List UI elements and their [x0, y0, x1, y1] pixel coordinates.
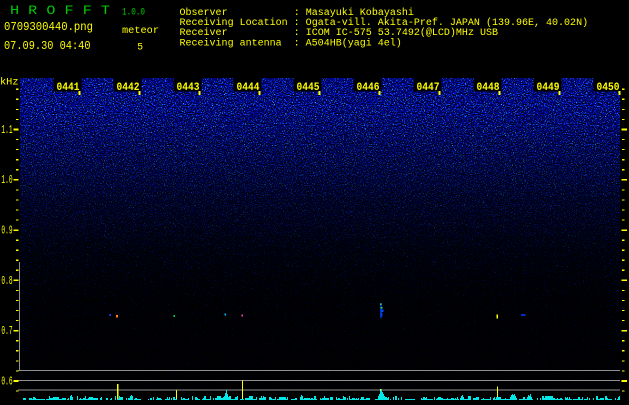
svg-text:kHz: kHz	[0, 76, 19, 88]
svg-text:0445: 0445	[297, 82, 320, 94]
svg-text:0441: 0441	[57, 82, 80, 94]
svg-text:Observer : Masayuki: Observer : Masayuki Kobayashi	[180, 7, 414, 19]
svg-text:0444: 0444	[237, 82, 260, 94]
svg-text:07.09.30 04:40: 07.09.30 04:40	[4, 40, 91, 53]
svg-text:0449: 0449	[537, 82, 560, 94]
svg-text:H R O F F T: H R O F F T	[10, 3, 110, 18]
svg-text:1.0: 1.0	[1, 174, 12, 187]
svg-text:1.1: 1.1	[1, 124, 12, 137]
svg-text:meteor: meteor	[122, 25, 159, 37]
svg-text:0446: 0446	[357, 82, 380, 94]
svg-text:Receiver : ICOM IC-5: Receiver : ICOM IC-575 53.7492(@LCD)MHz …	[180, 27, 499, 39]
svg-text:Receiving antenna : A504HB(ya: Receiving antenna : A504HB(yagi 4el)	[180, 37, 402, 49]
svg-text:0.7: 0.7	[1, 325, 12, 338]
svg-text:0.6: 0.6	[1, 375, 12, 388]
svg-text:0443: 0443	[177, 82, 200, 94]
svg-text:0.9: 0.9	[1, 225, 12, 238]
svg-text:0447: 0447	[417, 82, 440, 94]
svg-text:Receiving Location : Ogata-vil: Receiving Location : Ogata-vill. Akita-P…	[180, 17, 589, 29]
svg-text:0709300440.png: 0709300440.png	[4, 21, 93, 34]
svg-text:0442: 0442	[117, 82, 140, 94]
svg-text:0.8: 0.8	[1, 275, 12, 288]
svg-text:1.0.0: 1.0.0	[122, 6, 145, 18]
svg-text:5: 5	[137, 41, 143, 53]
svg-text:0448: 0448	[477, 82, 500, 94]
svg-text:0450: 0450	[597, 82, 620, 94]
